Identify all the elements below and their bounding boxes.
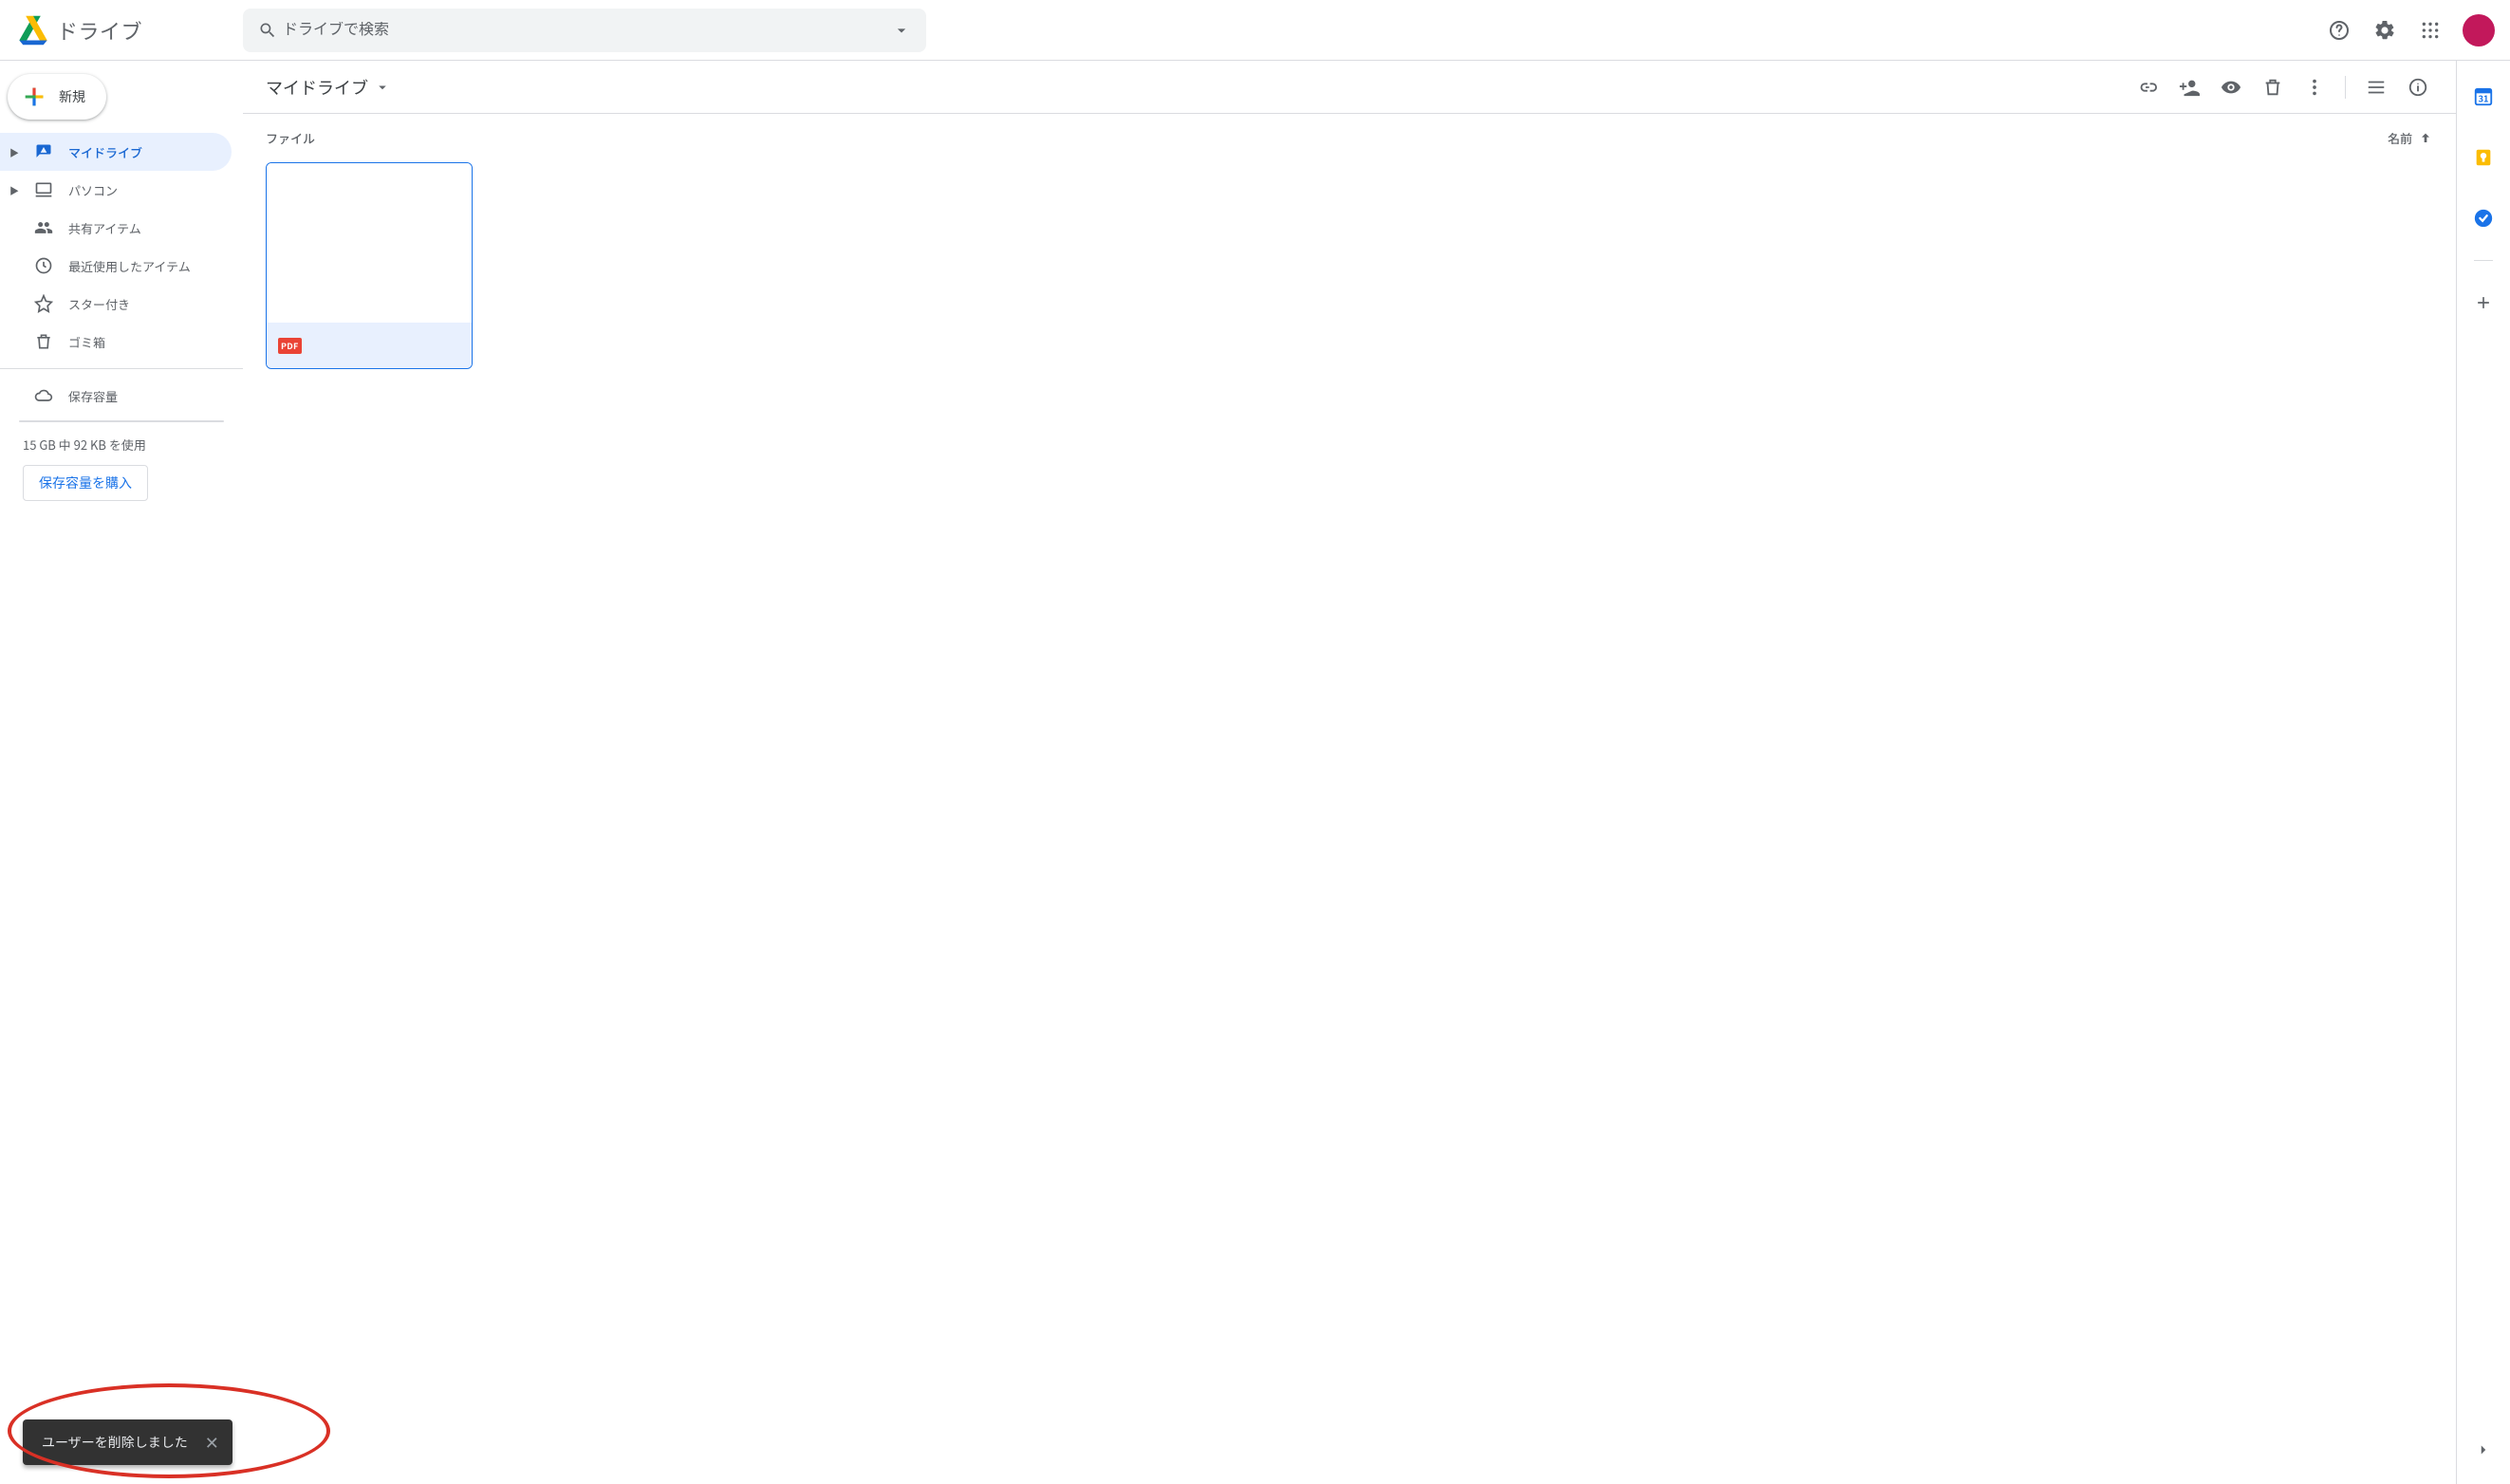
add-addon-icon[interactable] (2464, 284, 2502, 322)
file-footer: PDF (267, 323, 472, 368)
sort-control[interactable]: 名前 (2388, 129, 2433, 147)
nav-label: パソコン (68, 181, 118, 199)
search-bar[interactable] (243, 9, 926, 52)
side-panel: 31 (2457, 61, 2510, 1484)
file-thumbnail (267, 163, 472, 323)
search-options-icon[interactable] (886, 15, 917, 46)
caret-right-icon: ▶ (9, 145, 19, 159)
account-avatar[interactable] (2463, 14, 2495, 46)
nav-label: 共有アイテム (68, 219, 141, 237)
help-icon[interactable] (2320, 11, 2358, 49)
drive-logo-icon (17, 14, 49, 46)
search-input[interactable] (283, 22, 886, 39)
toolbar-separator (2345, 76, 2346, 99)
nav-recent[interactable]: 最近使用したアイテム (0, 247, 232, 285)
keep-app-icon[interactable] (2464, 139, 2502, 176)
rail-divider (2474, 260, 2493, 261)
search-wrap (243, 9, 2320, 52)
chevron-down-icon (374, 79, 391, 96)
preview-icon[interactable] (2212, 68, 2250, 106)
logo-wrap[interactable]: ドライブ (17, 14, 243, 46)
nav-trash[interactable]: ゴミ箱 (0, 323, 232, 361)
nav-label: スター付き (68, 295, 130, 313)
toast-message: ユーザーを削除しました (42, 1433, 188, 1452)
files-grid: PDF (243, 155, 2456, 377)
nav-storage[interactable]: 保存容量 (0, 377, 232, 415)
trash-icon (34, 332, 53, 351)
nav-label: ゴミ箱 (68, 333, 105, 351)
main-content: マイドライブ ファイル 名前 (243, 61, 2457, 1484)
settings-icon[interactable] (2366, 11, 2404, 49)
nav-list: ▶ マイドライブ ▶ パソコン 共有アイテム (0, 133, 243, 415)
get-link-icon[interactable] (2129, 68, 2166, 106)
app-header: ドライブ (0, 0, 2510, 61)
nav-label: 保存容量 (68, 387, 118, 405)
breadcrumb-title: マイドライブ (266, 75, 368, 100)
list-view-icon[interactable] (2357, 68, 2395, 106)
close-icon[interactable]: ✕ (205, 1434, 219, 1451)
header-icons (2320, 11, 2495, 49)
file-card[interactable]: PDF (266, 162, 473, 369)
storage-usage-text: 15 GB 中 92 KB を使用 (0, 422, 243, 465)
action-toolbar (2129, 68, 2437, 106)
sidebar: 新規 ▶ マイドライブ ▶ パソコン (0, 61, 243, 1484)
breadcrumb[interactable]: マイドライブ (266, 75, 391, 100)
nav-computers[interactable]: ▶ パソコン (0, 171, 232, 209)
toast-wrap: ユーザーを削除しました ✕ (23, 1419, 232, 1465)
files-label: ファイル (266, 129, 315, 147)
computer-icon (34, 180, 53, 199)
info-icon[interactable] (2399, 68, 2437, 106)
files-section-header: ファイル 名前 (243, 114, 2456, 155)
star-icon (34, 294, 53, 313)
shared-icon (34, 218, 53, 237)
nav-label: マイドライブ (68, 143, 142, 161)
search-icon[interactable] (252, 15, 283, 46)
share-icon[interactable] (2170, 68, 2208, 106)
buy-storage-button[interactable]: 保存容量を購入 (23, 465, 148, 501)
nav-label: 最近使用したアイテム (68, 257, 191, 275)
toast: ユーザーを削除しました ✕ (23, 1419, 232, 1465)
nav-my-drive[interactable]: ▶ マイドライブ (0, 133, 232, 171)
tasks-app-icon[interactable] (2464, 199, 2502, 237)
svg-text:31: 31 (2479, 92, 2489, 105)
collapse-panel-icon[interactable] (2464, 1431, 2502, 1469)
my-drive-icon (34, 142, 53, 161)
nav-divider (0, 368, 243, 369)
calendar-app-icon[interactable]: 31 (2464, 78, 2502, 116)
arrow-up-icon (2418, 131, 2433, 146)
nav-shared[interactable]: 共有アイテム (0, 209, 232, 247)
breadcrumb-bar: マイドライブ (243, 61, 2456, 114)
pdf-badge-icon: PDF (278, 338, 302, 354)
delete-icon[interactable] (2254, 68, 2292, 106)
app-name: ドライブ (57, 15, 142, 46)
apps-grid-icon[interactable] (2411, 11, 2449, 49)
sort-label: 名前 (2388, 129, 2412, 147)
new-button-label: 新規 (59, 87, 85, 106)
cloud-icon (34, 386, 53, 405)
new-button[interactable]: 新規 (8, 74, 106, 120)
more-icon[interactable] (2296, 68, 2333, 106)
clock-icon (34, 256, 53, 275)
nav-starred[interactable]: スター付き (0, 285, 232, 323)
plus-icon (21, 83, 47, 110)
caret-right-icon: ▶ (9, 183, 19, 197)
